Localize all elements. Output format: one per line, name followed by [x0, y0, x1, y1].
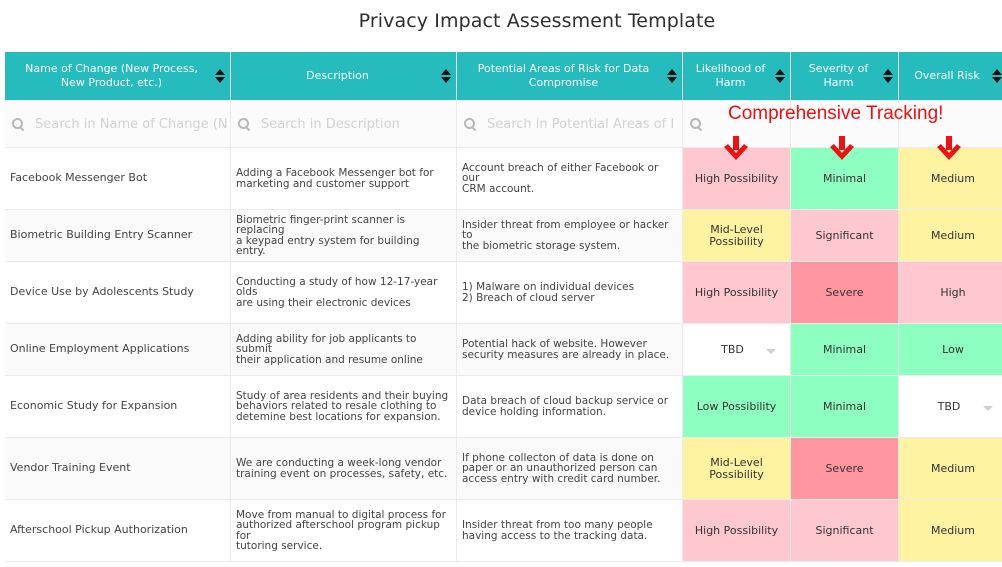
search-input-risk-areas[interactable] [487, 116, 682, 132]
column-header-label: Description [306, 69, 369, 82]
cell-name[interactable]: Device Use by Adolescents Study [5, 262, 230, 324]
cell-description[interactable]: Adding ability for job applicants to sub… [231, 324, 456, 376]
severity-value: Significant [815, 523, 874, 537]
cell-overall[interactable]: Medium [899, 210, 1002, 262]
cell-severity[interactable]: Severe [791, 262, 898, 324]
severity-value: Severe [825, 285, 864, 299]
overall-value: Medium [931, 461, 975, 475]
cell-risk-areas[interactable]: Insider threat from employee or hacker t… [457, 210, 682, 262]
column-header-description[interactable]: Description [231, 52, 456, 100]
likelihood-value: Low Possibility [696, 399, 777, 413]
sort-icon[interactable] [215, 69, 225, 83]
cell-severity[interactable]: Minimal [791, 324, 898, 376]
cell-overall[interactable]: TBD [899, 376, 1002, 438]
column-header-label: Likelihood of Harm [695, 62, 766, 89]
cell-risk-areas[interactable]: Insider threat from too many people havi… [457, 500, 682, 562]
annotation-callout: Comprehensive Tracking! [728, 103, 944, 124]
cell-risk-areas[interactable]: Account breach of either Facebook or our… [457, 148, 682, 210]
cell-description[interactable]: Study of area residents and their buying… [231, 376, 456, 438]
cell-severity[interactable]: Minimal [791, 376, 898, 438]
sort-icon[interactable] [775, 69, 785, 83]
overall-value: Medium [931, 228, 975, 242]
cell-description[interactable]: Move from manual to digital process for … [231, 500, 456, 562]
cell-severity[interactable]: Significant [791, 210, 898, 262]
search-cell-description [231, 101, 456, 147]
column-header-name[interactable]: Name of Change (New Process, New Product… [5, 52, 230, 100]
likelihood-value: Mid-Level Possibility [709, 222, 764, 248]
sort-icon[interactable] [992, 69, 1002, 83]
arrow-down-icon [934, 136, 964, 162]
cell-overall[interactable]: Low [899, 324, 1002, 376]
column-header-label: Name of Change (New Process, New Product… [25, 62, 198, 89]
cell-name[interactable]: Economic Study for Expansion [5, 376, 230, 438]
sort-icon[interactable] [883, 69, 893, 83]
column-header-likelihood[interactable]: Likelihood of Harm [683, 52, 790, 100]
dropdown-caret-icon[interactable] [766, 348, 776, 354]
overall-value: Medium [931, 171, 975, 185]
sort-icon[interactable] [441, 69, 451, 83]
cell-severity[interactable]: Significant [791, 500, 898, 562]
overall-value: TBD [937, 399, 961, 413]
cell-name[interactable]: Online Employment Applications [5, 324, 230, 376]
severity-value: Minimal [822, 171, 867, 185]
severity-value: Minimal [822, 342, 867, 356]
cell-likelihood[interactable]: High Possibility [683, 262, 790, 324]
cell-overall[interactable]: High [899, 262, 1002, 324]
column-header-label: Severity of Harm [808, 62, 869, 89]
cell-overall[interactable]: Medium [899, 438, 1002, 500]
search-input-description[interactable] [261, 116, 456, 132]
likelihood-value: TBD [721, 342, 744, 356]
search-icon [463, 117, 477, 131]
column-header-risk-areas[interactable]: Potential Areas of Risk for Data Comprom… [457, 52, 682, 100]
dropdown-caret-icon[interactable] [983, 405, 993, 411]
cell-likelihood[interactable]: Mid-Level Possibility [683, 438, 790, 500]
cell-name[interactable]: Facebook Messenger Bot [5, 148, 230, 210]
cell-description[interactable]: Conducting a study of how 12-17-year old… [231, 262, 456, 324]
cell-likelihood[interactable]: TBD [683, 324, 790, 376]
cell-name[interactable]: Biometric Building Entry Scanner [5, 210, 230, 262]
cell-risk-areas[interactable]: 1) Malware on individual devices 2) Brea… [457, 262, 682, 324]
likelihood-value: High Possibility [694, 523, 779, 537]
severity-value: Severe [825, 461, 864, 475]
arrow-down-icon [827, 136, 857, 162]
column-header-severity[interactable]: Severity of Harm [791, 52, 898, 100]
severity-value: Minimal [822, 399, 867, 413]
search-input-name[interactable] [35, 116, 230, 132]
overall-value: Medium [931, 523, 975, 537]
search-icon [689, 117, 703, 131]
search-cell-risk-areas [457, 101, 682, 147]
overall-value: Low [942, 342, 964, 356]
cell-likelihood[interactable]: Low Possibility [683, 376, 790, 438]
severity-value: Significant [815, 228, 874, 242]
search-icon [11, 117, 25, 131]
cell-description[interactable]: Biometric finger-print scanner is replac… [231, 210, 456, 262]
cell-name[interactable]: Afterschool Pickup Authorization [5, 500, 230, 562]
search-cell-name [5, 101, 230, 147]
likelihood-value: High Possibility [694, 171, 779, 185]
cell-likelihood[interactable]: High Possibility [683, 500, 790, 562]
cell-description[interactable]: Adding a Facebook Messenger bot for mark… [231, 148, 456, 210]
cell-risk-areas[interactable]: Data breach of cloud backup service or d… [457, 376, 682, 438]
sort-icon[interactable] [667, 69, 677, 83]
cell-severity[interactable]: Severe [791, 438, 898, 500]
column-header-label: Overall Risk [914, 69, 980, 82]
cell-risk-areas[interactable]: Potential hack of website. However secur… [457, 324, 682, 376]
cell-name[interactable]: Vendor Training Event [5, 438, 230, 500]
column-header-overall-risk[interactable]: Overall Risk [899, 52, 1002, 100]
cell-description[interactable]: We are conducting a week-long vendor tra… [231, 438, 456, 500]
assessment-table: Name of Change (New Process, New Product… [5, 52, 1002, 562]
overall-value: High [940, 285, 966, 299]
column-header-label: Potential Areas of Risk for Data Comprom… [477, 62, 650, 89]
likelihood-value: Mid-Level Possibility [709, 455, 764, 481]
arrow-down-icon [721, 136, 751, 162]
page-title: Privacy Impact Assessment Template [358, 10, 716, 32]
search-icon [237, 117, 251, 131]
cell-likelihood[interactable]: Mid-Level Possibility [683, 210, 790, 262]
cell-overall[interactable]: Medium [899, 500, 1002, 562]
cell-risk-areas[interactable]: If phone collecton of data is done on pa… [457, 438, 682, 500]
likelihood-value: High Possibility [694, 285, 779, 299]
